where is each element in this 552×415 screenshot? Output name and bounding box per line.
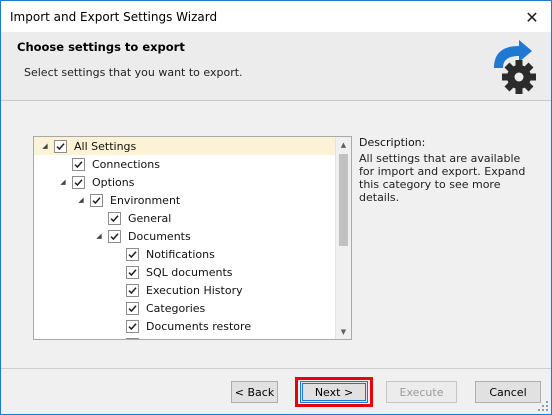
tree-item[interactable]: ◢General — [34, 209, 335, 227]
tree-item[interactable]: ◢Documents restore — [34, 317, 335, 335]
tree-item-label: Connections — [92, 157, 160, 171]
tree-item[interactable]: ◢ — [34, 335, 335, 339]
check-icon — [74, 160, 83, 168]
description-label: Description: — [359, 136, 426, 149]
execute-button: Execute — [386, 381, 457, 403]
tree-item-checkbox[interactable] — [126, 337, 139, 339]
check-icon — [128, 250, 137, 258]
tree-item-checkbox[interactable] — [54, 139, 67, 153]
expand-arrow-icon[interactable]: ◢ — [94, 232, 104, 240]
tree-item-checkbox[interactable] — [126, 247, 139, 261]
tree-item[interactable]: ◢Connections — [34, 155, 335, 173]
wizard-header: Choose settings to export Select setting… — [1, 32, 551, 101]
tree-item-label: SQL documents — [146, 265, 233, 279]
check-icon — [128, 286, 137, 294]
tree-item-checkbox[interactable] — [126, 319, 139, 333]
scroll-up-icon[interactable]: ▲ — [336, 137, 351, 152]
check-icon — [92, 196, 101, 204]
cancel-button[interactable]: Cancel — [475, 381, 541, 403]
tree-item-checkbox[interactable] — [126, 301, 139, 315]
tree-item-label: Options — [92, 175, 135, 189]
check-icon — [128, 322, 137, 330]
footer-divider — [1, 368, 551, 369]
settings-export-icon — [494, 40, 536, 94]
check-icon — [128, 268, 137, 276]
check-icon — [74, 178, 83, 186]
tree-item[interactable]: ◢ Environment — [34, 191, 335, 209]
title-bar: Import and Export Settings Wizard ✕ — [1, 1, 551, 32]
tree-item-label: Environment — [110, 193, 181, 207]
check-icon — [56, 142, 65, 150]
close-button[interactable]: ✕ — [521, 6, 543, 28]
tree-item-checkbox[interactable] — [108, 211, 121, 225]
tree-item-checkbox[interactable] — [126, 283, 139, 297]
tree-item-label: Documents — [128, 229, 191, 243]
tree-item[interactable]: ◢Execution History — [34, 281, 335, 299]
tree-item-label: Execution History — [146, 283, 243, 297]
page-title: Choose settings to export — [17, 40, 185, 54]
window-title: Import and Export Settings Wizard — [10, 10, 218, 24]
tree-item-label: All Settings — [74, 139, 137, 153]
tree-rows: ◢All Settings◢Connections◢Options◢Enviro… — [34, 137, 335, 339]
settings-tree[interactable]: ◢All Settings◢Connections◢Options◢Enviro… — [33, 136, 352, 340]
tree-item[interactable]: ◢SQL documents — [34, 263, 335, 281]
expand-arrow-icon[interactable]: ◢ — [76, 196, 86, 204]
tree-item[interactable]: ◢Notifications — [34, 245, 335, 263]
next-button[interactable]: Next > — [300, 381, 368, 403]
tree-item-checkbox[interactable] — [108, 229, 121, 243]
tree-item-label: Categories — [146, 301, 206, 315]
tree-item-checkbox[interactable] — [90, 193, 103, 207]
tree-item[interactable]: ◢ Options — [34, 173, 335, 191]
check-icon — [110, 214, 119, 222]
tree-item[interactable]: ◢ All Settings — [34, 137, 335, 155]
tree-item-label: General — [128, 211, 172, 225]
scroll-thumb[interactable] — [339, 154, 348, 246]
tree-item[interactable]: ◢ Documents — [34, 227, 335, 245]
scroll-down-icon[interactable]: ▼ — [336, 324, 351, 339]
description-text: All settings that are available for impo… — [359, 152, 526, 204]
tree-item[interactable]: ◢Categories — [34, 299, 335, 317]
expand-arrow-icon[interactable]: ◢ — [40, 142, 50, 150]
expand-arrow-icon[interactable]: ◢ — [58, 178, 68, 186]
tree-item-checkbox[interactable] — [72, 157, 85, 171]
back-button[interactable]: < Back — [231, 381, 278, 403]
check-icon — [110, 232, 119, 240]
resize-grip-icon[interactable] — [538, 401, 548, 411]
page-subtitle: Select settings that you want to export. — [24, 66, 243, 79]
tree-item-label: Documents restore — [146, 319, 252, 333]
tree-item-checkbox[interactable] — [72, 175, 85, 189]
tree-item-checkbox[interactable] — [126, 265, 139, 279]
tree-item-label: Notifications — [146, 247, 215, 261]
check-icon — [128, 304, 137, 312]
wizard-window: Import and Export Settings Wizard ✕ Choo… — [0, 0, 552, 415]
tree-scrollbar[interactable]: ▲ ▼ — [335, 137, 351, 339]
